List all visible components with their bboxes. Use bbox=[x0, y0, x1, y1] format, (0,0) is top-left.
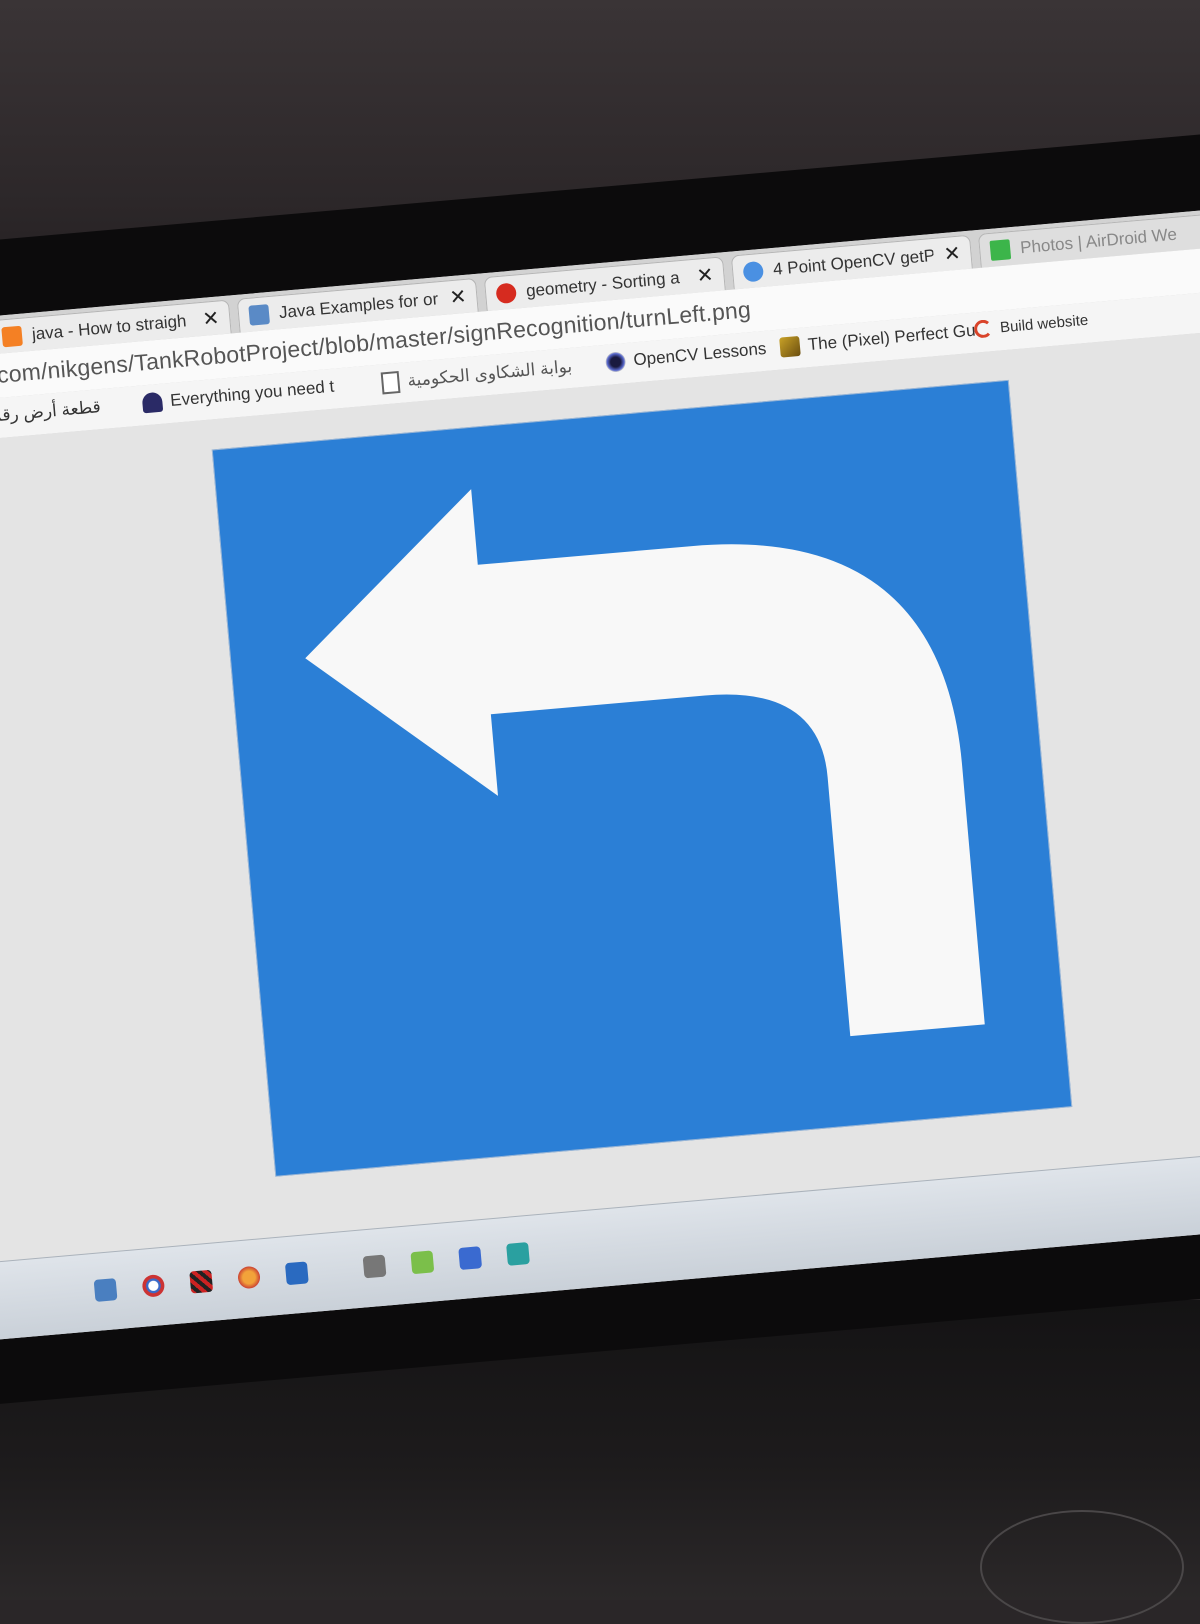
bluetooth-icon[interactable] bbox=[458, 1246, 483, 1271]
gear-icon bbox=[495, 281, 518, 304]
bookmark-label: قطعة أرض رقم 699 bbox=[0, 397, 102, 426]
bookmark-gov-complaints[interactable]: بوابة الشكاوى الحكومية bbox=[380, 356, 573, 395]
refresh-icon bbox=[973, 319, 993, 339]
close-icon[interactable]: ✕ bbox=[943, 241, 962, 267]
firefox-icon[interactable] bbox=[237, 1265, 261, 1290]
eye-icon bbox=[604, 351, 627, 373]
bookmark-label: بوابة الشكاوى الحكومية bbox=[406, 356, 573, 391]
close-icon[interactable]: ✕ bbox=[696, 262, 715, 288]
stackoverflow-icon bbox=[1, 325, 23, 347]
bookmark-opencv-lessons[interactable]: OpenCV Lessons bbox=[604, 338, 768, 373]
monitor-screen: java - How to straigh ✕ Java Examples fo… bbox=[0, 207, 1200, 1350]
turn-left-sign bbox=[211, 379, 1073, 1177]
outlook-icon[interactable] bbox=[284, 1261, 309, 1286]
folder-icon[interactable] bbox=[362, 1254, 387, 1279]
bookmark-label: OpenCV Lessons bbox=[632, 338, 768, 370]
ninja-icon bbox=[141, 391, 164, 414]
java-examples-icon bbox=[248, 303, 270, 326]
bookmark-label: The (Pixel) Perfect Gu bbox=[807, 320, 977, 355]
sign-graphic bbox=[211, 379, 1073, 1177]
close-icon[interactable]: ✕ bbox=[201, 305, 221, 331]
network-icon[interactable] bbox=[410, 1250, 435, 1275]
bookmark-build-website[interactable]: Build website bbox=[973, 311, 1089, 339]
pyimagesearch-icon bbox=[742, 260, 765, 283]
page-icon bbox=[380, 370, 401, 395]
chrome-icon[interactable] bbox=[141, 1273, 166, 1298]
bookmark-land-plot[interactable]: قطعة أرض رقم 699 bbox=[0, 397, 102, 429]
volume-icon[interactable] bbox=[506, 1242, 530, 1266]
media-icon[interactable] bbox=[189, 1269, 214, 1294]
close-icon[interactable]: ✕ bbox=[449, 284, 468, 310]
image-viewer bbox=[0, 329, 1200, 1272]
pencil-icon bbox=[779, 335, 801, 358]
airdroid-icon bbox=[989, 238, 1012, 261]
bookmark-everything-you-need[interactable]: Everything you need t bbox=[141, 376, 335, 414]
cable-loop bbox=[980, 1510, 1184, 1624]
bookmark-pixel-perfect[interactable]: The (Pixel) Perfect Gu bbox=[779, 321, 976, 358]
bookmark-label: Everything you need t bbox=[169, 376, 335, 410]
bookmark-label: Build website bbox=[999, 311, 1089, 336]
explorer-icon[interactable] bbox=[93, 1278, 118, 1302]
